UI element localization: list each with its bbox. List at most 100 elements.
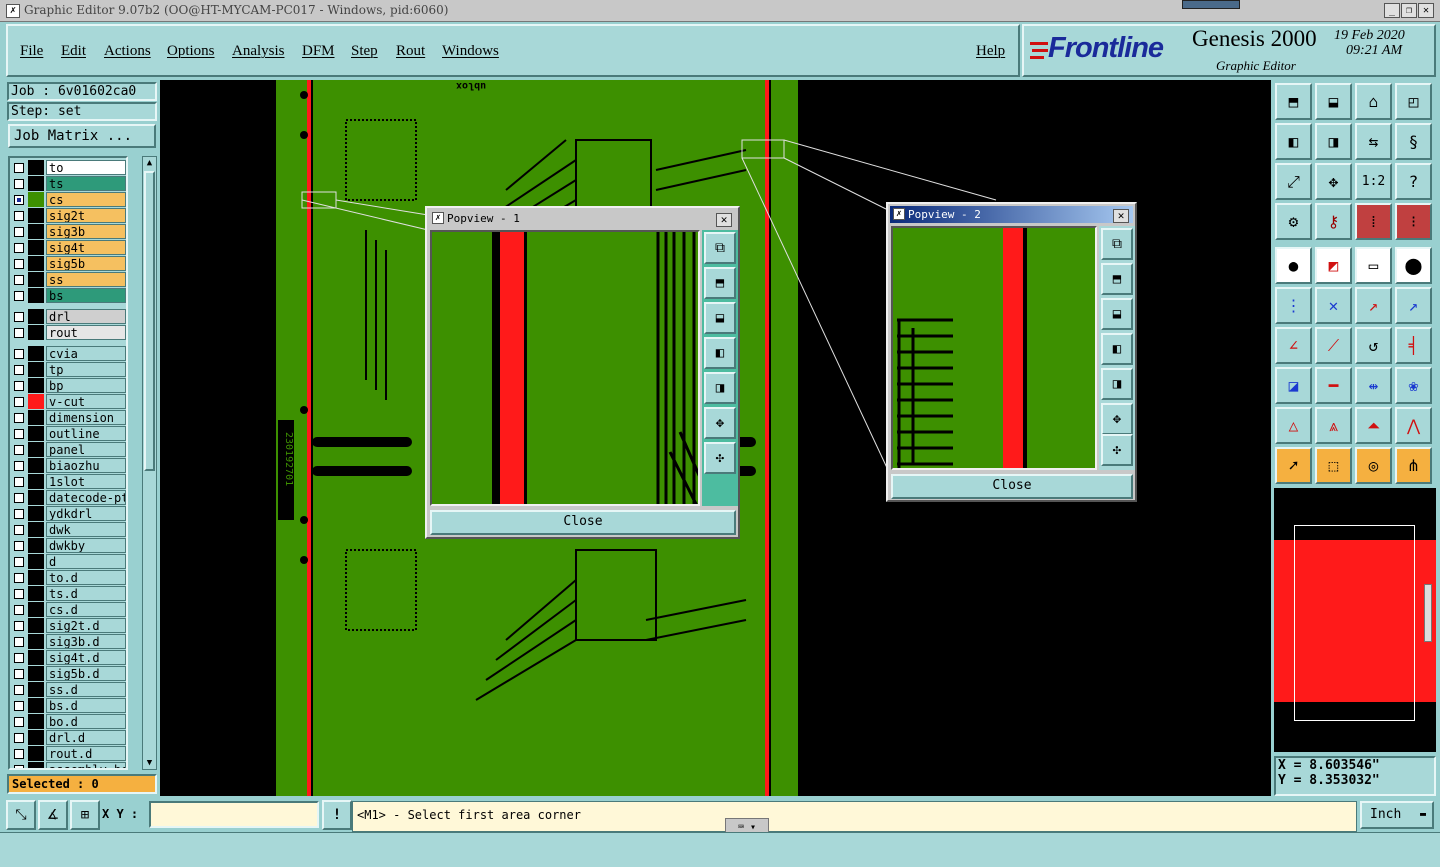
select-box-icon[interactable]: ⬚ (1315, 447, 1352, 484)
layer-name[interactable]: sig2t.d (46, 618, 126, 633)
redraw-icon[interactable]: § (1395, 123, 1432, 160)
layer-color-swatch[interactable] (28, 762, 44, 768)
layer-row[interactable]: ts.d (10, 586, 126, 602)
layer-checkbox[interactable] (14, 461, 24, 471)
layer-color-swatch[interactable] (28, 634, 44, 649)
cross-node-icon[interactable]: ✕ (1315, 287, 1352, 324)
zoom-one-to-two-icon[interactable]: 1:2 (1355, 163, 1392, 200)
layer-checkbox[interactable] (14, 493, 24, 503)
layer-name[interactable]: sig2t (46, 208, 126, 223)
popview-pan-up-icon[interactable]: ⬒ (704, 267, 736, 299)
layer-checkbox[interactable] (14, 621, 24, 631)
layer-checkbox[interactable] (14, 259, 24, 269)
layer-row[interactable]: ts (10, 176, 126, 192)
layer-color-swatch[interactable] (28, 240, 44, 255)
angle-icon[interactable]: ∠ (1275, 327, 1312, 364)
layer-row[interactable]: cvia (10, 346, 126, 362)
layer-row[interactable]: to (10, 160, 126, 176)
layer-color-swatch[interactable] (28, 272, 44, 287)
layer-name[interactable]: outline (46, 426, 126, 441)
layer-checkbox[interactable] (14, 349, 24, 359)
layer-color-swatch[interactable] (28, 538, 44, 553)
triangle-arrow-icon[interactable]: ⏶ (1355, 407, 1392, 444)
xy-input[interactable] (149, 801, 319, 828)
layer-color-swatch[interactable] (28, 160, 44, 175)
layer-checkbox[interactable] (14, 541, 24, 551)
layer-color-swatch[interactable] (28, 698, 44, 713)
layer-name[interactable]: cvia (46, 346, 126, 361)
layer-row[interactable]: ydkdrl (10, 506, 126, 522)
layer-row[interactable]: 1slot (10, 474, 126, 490)
layer-name[interactable]: to (46, 160, 126, 175)
help-icon[interactable]: ? (1395, 163, 1432, 200)
layer-row[interactable]: sig4t.d (10, 650, 126, 666)
layer-name[interactable]: ss (46, 272, 126, 287)
layer-row[interactable]: sig4t (10, 240, 126, 256)
layer-name[interactable]: drl.d (46, 730, 126, 745)
move-pad-icon[interactable]: ↗ (1395, 287, 1432, 324)
layer-color-swatch[interactable] (28, 346, 44, 361)
popview-pan-right-icon[interactable]: ◨ (1101, 368, 1133, 400)
select-net-icon[interactable]: ⋔ (1395, 447, 1432, 484)
layer-checkbox[interactable] (14, 685, 24, 695)
layer-name[interactable]: sig4t (46, 240, 126, 255)
layer-row[interactable]: bo.d (10, 714, 126, 730)
layer-color-swatch[interactable] (28, 682, 44, 697)
layer-checkbox[interactable] (14, 381, 24, 391)
layer-name[interactable]: 1slot (46, 474, 126, 489)
restore-button[interactable]: ❐ (1401, 3, 1417, 18)
layer-color-swatch[interactable] (28, 650, 44, 665)
pad-group-icon[interactable]: ❀ (1395, 367, 1432, 404)
layer-name[interactable]: sig5b.d (46, 666, 126, 681)
layer-name[interactable]: datecode-pte (46, 490, 126, 505)
layer-color-swatch[interactable] (28, 224, 44, 239)
layer-name[interactable]: dimension (46, 410, 126, 425)
menu-rout[interactable]: Rout (396, 43, 425, 60)
key-icon[interactable]: ⚷ (1315, 203, 1352, 240)
layer-checkbox[interactable] (14, 429, 24, 439)
zoom-fit-icon[interactable]: ⤢ (1275, 163, 1312, 200)
close-window-button[interactable]: ✕ (1418, 3, 1434, 18)
popview-pan-left-icon[interactable]: ◧ (704, 337, 736, 369)
layer-list-scrollbar[interactable]: ▲ ▼ (142, 156, 157, 770)
layer-color-swatch[interactable] (28, 256, 44, 271)
layer-row[interactable]: cs (10, 192, 126, 208)
layer-checkbox[interactable] (14, 328, 24, 338)
minimize-button[interactable]: _ (1384, 3, 1400, 18)
layer-color-swatch[interactable] (28, 394, 44, 409)
snap-grid-icon[interactable]: ⤡ (6, 800, 36, 830)
layer-row[interactable]: panel (10, 442, 126, 458)
layer-name[interactable]: d (46, 554, 126, 569)
layer-color-swatch[interactable] (28, 730, 44, 745)
layer-row[interactable]: sig5b (10, 256, 126, 272)
window-handle[interactable] (1182, 0, 1240, 9)
layer-checkbox[interactable] (14, 179, 24, 189)
popview-1-view[interactable] (430, 230, 700, 506)
layer-name[interactable]: rout (46, 325, 126, 340)
layer-row[interactable]: bs.d (10, 698, 126, 714)
layer-checkbox[interactable] (14, 557, 24, 567)
layer-name[interactable]: biaozhu (46, 458, 126, 473)
layer-color-swatch[interactable] (28, 746, 44, 761)
triangle-fill-icon[interactable]: △ (1275, 407, 1312, 444)
layer-color-swatch[interactable] (28, 570, 44, 585)
layer-row[interactable]: datecode-pte (10, 490, 126, 506)
layer-name[interactable]: tp (46, 362, 126, 377)
menu-step[interactable]: Step (351, 43, 378, 60)
layer-row[interactable]: dwkby (10, 538, 126, 554)
measure-ruler-icon[interactable]: ▭ (1355, 247, 1392, 284)
layer-color-swatch[interactable] (28, 176, 44, 191)
pan-left-icon[interactable]: ◧ (1275, 123, 1312, 160)
layer-color-swatch[interactable] (28, 506, 44, 521)
app-icon[interactable]: ✗ (6, 4, 20, 18)
zoom-corner-icon[interactable]: ◰ (1395, 83, 1432, 120)
triangle-span-icon[interactable]: ⋀ (1395, 407, 1432, 444)
layer-name[interactable]: bs (46, 288, 126, 303)
menu-actions[interactable]: Actions (104, 43, 151, 60)
line-split-icon[interactable]: ━ (1315, 367, 1352, 404)
popview-pan-down-icon[interactable]: ⬓ (1101, 298, 1133, 330)
zoom-down-icon[interactable]: ⬓ (1315, 83, 1352, 120)
popview-2-close-button[interactable]: Close (891, 474, 1133, 499)
layer-checkbox[interactable] (14, 509, 24, 519)
popview-1-title-bar[interactable]: ✗ Popview - 1 ✕ (429, 210, 736, 227)
